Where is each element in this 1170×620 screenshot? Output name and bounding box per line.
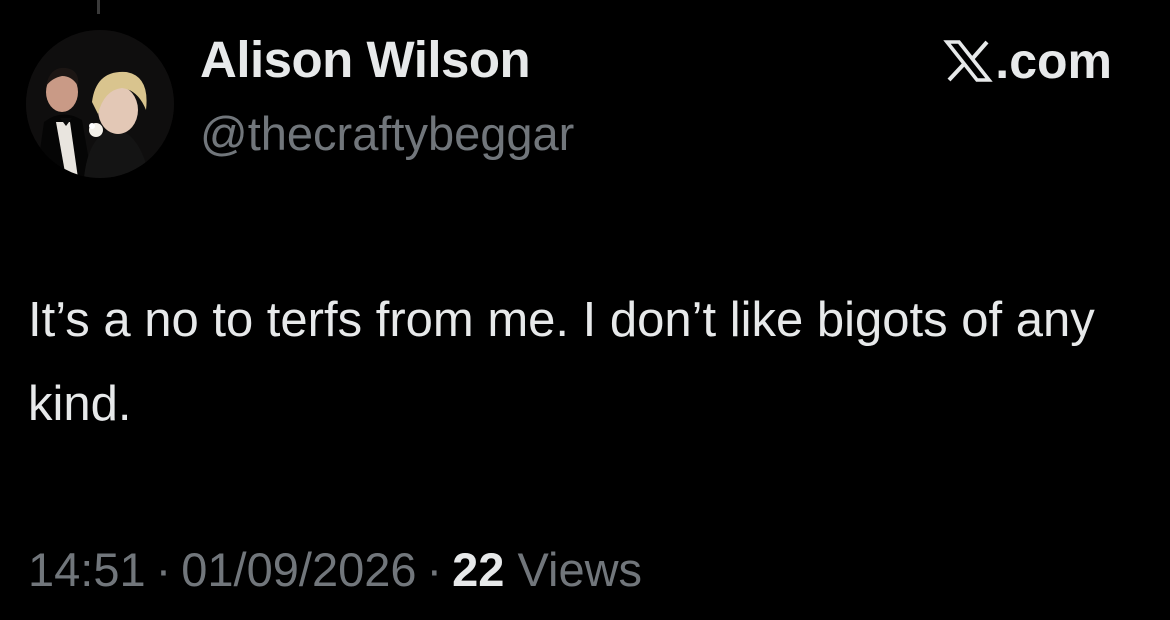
- avatar[interactable]: [26, 30, 174, 178]
- brand-watermark: .com: [943, 32, 1112, 90]
- post-meta: 14:51 · 01/09/2026 · 22 Views: [28, 540, 642, 600]
- x-logo-icon: [943, 40, 994, 82]
- post-text: It’s a no to terfs from me. I don’t like…: [28, 293, 1095, 431]
- avatar-photo: [26, 30, 174, 178]
- views-count[interactable]: 22: [452, 543, 504, 596]
- thread-connector: [97, 0, 100, 14]
- author-handle[interactable]: @thecraftybeggar: [200, 106, 574, 162]
- meta-separator: ·: [426, 543, 443, 596]
- post-time[interactable]: 14:51: [28, 543, 146, 596]
- author-display-name[interactable]: Alison Wilson: [200, 30, 531, 90]
- brand-domain: .com: [995, 33, 1112, 89]
- post-date[interactable]: 01/09/2026: [181, 543, 416, 596]
- meta-separator: ·: [155, 543, 172, 596]
- views-label[interactable]: Views: [518, 543, 643, 596]
